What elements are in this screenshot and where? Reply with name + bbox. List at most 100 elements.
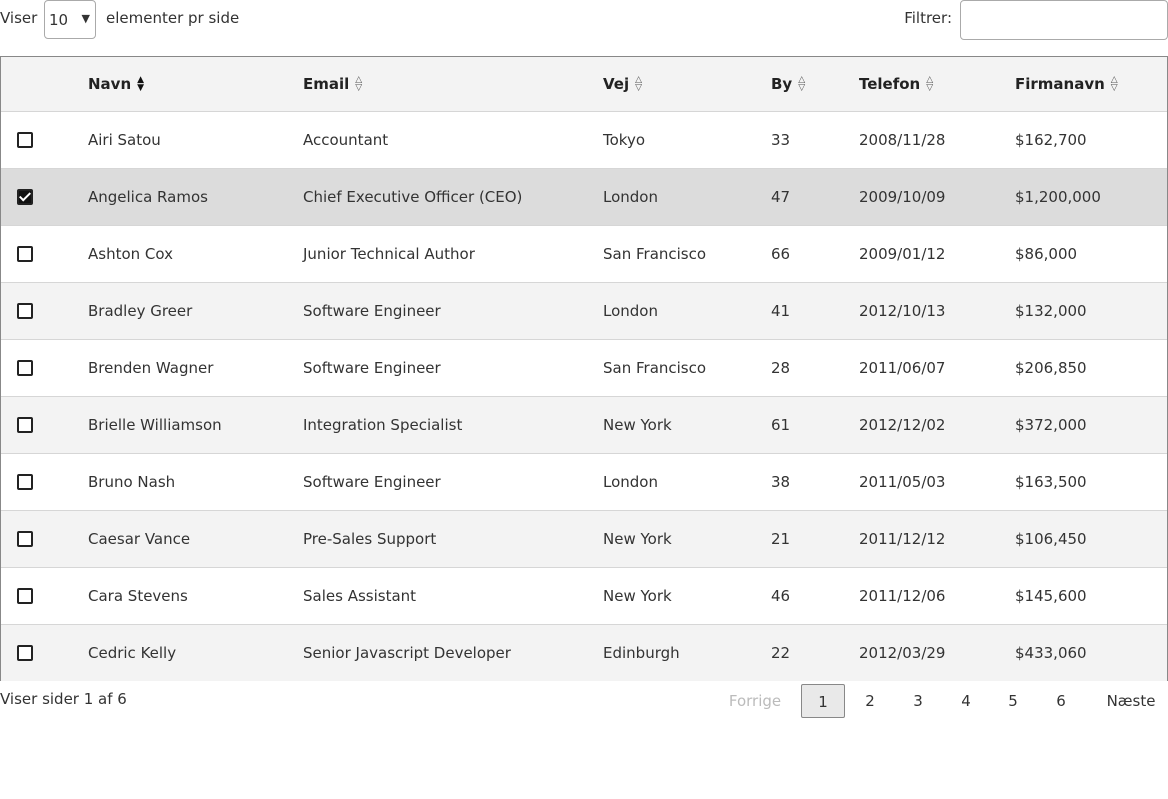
filter-input[interactable] [960, 0, 1168, 40]
pagination: Forrige 1 2 3 4 5 6 Næste [720, 684, 1168, 720]
cell-navn: Brenden Wagner [88, 338, 303, 396]
select-cell [1, 566, 88, 624]
cell-by: 22 [771, 623, 859, 681]
chevron-down-icon: ▼ [81, 12, 90, 25]
pagination-page-1[interactable]: 1 [801, 684, 845, 718]
cell-firmanavn: $86,000 [1015, 224, 1167, 282]
row-checkbox[interactable] [17, 588, 33, 604]
cell-vej: New York [603, 395, 771, 453]
length-suffix-label: elementer pr side [106, 9, 240, 27]
row-checkbox[interactable] [17, 645, 33, 661]
cell-telefon: 2009/01/12 [859, 224, 1015, 282]
filter-label: Filtrer: [904, 9, 952, 27]
cell-by: 46 [771, 566, 859, 624]
cell-firmanavn: $433,060 [1015, 623, 1167, 681]
row-checkbox[interactable] [17, 531, 33, 547]
row-checkbox[interactable] [17, 360, 33, 376]
row-checkbox[interactable] [17, 474, 33, 490]
cell-firmanavn: $206,850 [1015, 338, 1167, 396]
cell-firmanavn: $162,700 [1015, 110, 1167, 168]
cell-by: 38 [771, 452, 859, 510]
cell-vej: New York [603, 509, 771, 567]
table-row[interactable]: Airi Satou Accountant Tokyo 33 2008/11/28 $16… [1, 110, 1167, 168]
table-row[interactable]: Caesar Vance Pre-Sales Support New York 21 2… [1, 509, 1167, 567]
cell-telefon: 2012/03/29 [859, 623, 1015, 681]
select-cell [1, 509, 88, 567]
data-table: Navn ▲ ▼ Email △ ▽ Vej △ ▽ By △ ▽ Telefon △ ▽ Firmanavn… [0, 56, 1168, 681]
cell-navn: Cara Stevens [88, 566, 303, 624]
table-row[interactable]: Brenden Wagner Software Engineer San Franc… [1, 338, 1167, 396]
cell-email: Pre-Sales Support [303, 509, 603, 567]
pagination-previous[interactable]: Forrige [720, 684, 790, 718]
column-header-navn[interactable]: Navn ▲ ▼ [88, 57, 303, 111]
sort-asc-icon: ▲ ▼ [137, 75, 145, 94]
table-header-row: Navn ▲ ▼ Email △ ▽ Vej △ ▽ By △ ▽ Telefon △ ▽ Firmanavn… [1, 57, 1167, 111]
select-cell [1, 281, 88, 339]
page-length-select[interactable]: 10 ▼ [44, 0, 96, 39]
pagination-page-4[interactable]: 4 [944, 684, 988, 718]
cell-email: Software Engineer [303, 338, 603, 396]
table-row[interactable]: Cedric Kelly Senior Javascript Developer E… [1, 623, 1167, 681]
pagination-next[interactable]: Næste [1094, 684, 1168, 718]
table-row[interactable]: Bradley Greer Software Engineer London 41 20… [1, 281, 1167, 339]
select-cell [1, 623, 88, 681]
row-checkbox[interactable] [17, 189, 33, 205]
row-checkbox[interactable] [17, 132, 33, 148]
page-length-value: 10 [49, 10, 69, 29]
table-row[interactable]: Ashton Cox Junior Technical Author San Fra… [1, 224, 1167, 282]
column-header-email[interactable]: Email △ ▽ [303, 57, 603, 111]
cell-by: 66 [771, 224, 859, 282]
cell-navn: Angelica Ramos [88, 167, 303, 225]
cell-navn: Bruno Nash [88, 452, 303, 510]
cell-email: Sales Assistant [303, 566, 603, 624]
cell-firmanavn: $106,450 [1015, 509, 1167, 567]
cell-navn: Airi Satou [88, 110, 303, 168]
cell-vej: London [603, 452, 771, 510]
row-checkbox[interactable] [17, 303, 33, 319]
cell-navn: Ashton Cox [88, 224, 303, 282]
table-info: Viser sider 1 af 6 [0, 690, 127, 708]
column-header-by[interactable]: By △ ▽ [771, 57, 859, 111]
table-row[interactable]: Angelica Ramos Chief Executive Officer (C… [1, 167, 1167, 225]
column-header-label: Firmanavn [1015, 74, 1105, 93]
length-prefix-label: Viser [0, 9, 38, 27]
pagination-page-3[interactable]: 3 [896, 684, 940, 718]
cell-email: Junior Technical Author [303, 224, 603, 282]
column-header-label: By [771, 74, 793, 93]
row-checkbox[interactable] [17, 417, 33, 433]
table-row[interactable]: Brielle Williamson Integration Specialist… [1, 395, 1167, 453]
cell-email: Senior Javascript Developer [303, 623, 603, 681]
column-header-label: Vej [603, 74, 630, 93]
pagination-page-5[interactable]: 5 [991, 684, 1035, 718]
column-header-label: Email [303, 74, 350, 93]
table-row[interactable]: Bruno Nash Software Engineer London 38 2011/… [1, 452, 1167, 510]
table-controls: Viser 10 ▼ elementer pr side Filtrer: [0, 0, 1168, 40]
select-cell [1, 452, 88, 510]
cell-by: 21 [771, 509, 859, 567]
pagination-page-2[interactable]: 2 [848, 684, 892, 718]
sort-both-icon: △ ▽ [1110, 75, 1118, 94]
cell-by: 28 [771, 338, 859, 396]
sort-both-icon: △ ▽ [798, 75, 806, 94]
column-header-label: Telefon [859, 74, 921, 93]
column-header-telefon[interactable]: Telefon △ ▽ [859, 57, 1015, 111]
row-checkbox[interactable] [17, 246, 33, 262]
cell-firmanavn: $1,200,000 [1015, 167, 1167, 225]
sort-both-icon: △ ▽ [926, 75, 934, 94]
cell-vej: Tokyo [603, 110, 771, 168]
select-column-header [1, 57, 88, 111]
cell-telefon: 2011/06/07 [859, 338, 1015, 396]
select-cell [1, 395, 88, 453]
cell-email: Chief Executive Officer (CEO) [303, 167, 603, 225]
cell-navn: Brielle Williamson [88, 395, 303, 453]
cell-vej: Edinburgh [603, 623, 771, 681]
cell-vej: San Francisco [603, 338, 771, 396]
cell-email: Integration Specialist [303, 395, 603, 453]
column-header-vej[interactable]: Vej △ ▽ [603, 57, 771, 111]
column-header-firmanavn[interactable]: Firmanavn △ ▽ [1015, 57, 1167, 111]
pagination-page-6[interactable]: 6 [1039, 684, 1083, 718]
sort-both-icon: △ ▽ [355, 75, 363, 94]
cell-email: Software Engineer [303, 281, 603, 339]
table-row[interactable]: Cara Stevens Sales Assistant New York 46 201… [1, 566, 1167, 624]
select-cell [1, 338, 88, 396]
